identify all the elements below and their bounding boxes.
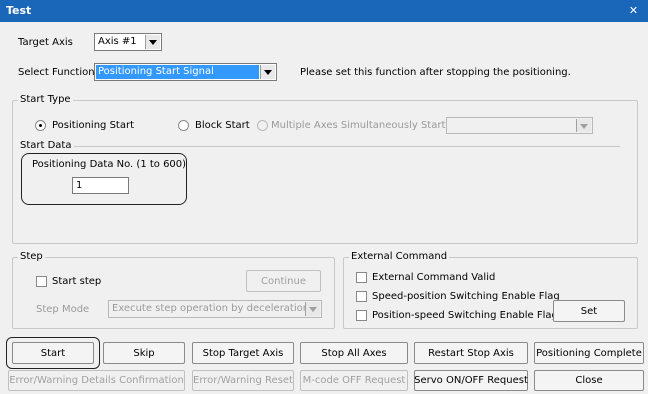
start-type-label: Start Type xyxy=(18,94,73,105)
stop-target-axis-button[interactable]: Stop Target Axis xyxy=(192,342,294,364)
position-speed-checkbox[interactable] xyxy=(356,310,367,321)
mcode-off-button[interactable]: M-code OFF Request xyxy=(300,370,408,391)
title-bar: Test ✕ xyxy=(0,0,648,22)
select-function-note: Please set this function after stopping … xyxy=(300,67,571,78)
stop-all-axes-button[interactable]: Stop All Axes xyxy=(300,342,408,364)
step-mode-label: Step Mode xyxy=(36,304,90,315)
highlight-callout xyxy=(21,153,187,205)
multiple-axes-select[interactable] xyxy=(446,117,593,134)
start-highlight-callout xyxy=(6,337,100,369)
selected-function-text: Positioning Start Signal xyxy=(98,66,214,77)
window-title: Test xyxy=(6,4,32,17)
chevron-down-icon[interactable] xyxy=(145,35,160,49)
close-icon[interactable]: ✕ xyxy=(627,4,640,17)
step-group xyxy=(12,257,335,329)
block-start-label: Block Start xyxy=(195,120,250,131)
chevron-down-icon[interactable] xyxy=(576,119,591,132)
error-reset-button[interactable]: Error/Warning Reset xyxy=(192,370,294,391)
external-command-valid-label: External Command Valid xyxy=(372,272,496,283)
start-step-checkbox[interactable] xyxy=(36,276,47,287)
error-details-button[interactable]: Error/Warning Details Confirmation xyxy=(8,370,185,391)
external-command-valid-checkbox[interactable] xyxy=(356,272,367,283)
set-button[interactable]: Set xyxy=(553,300,625,322)
block-start-radio[interactable] xyxy=(178,120,189,131)
start-data-label: Start Data xyxy=(20,140,72,151)
chevron-down-icon[interactable] xyxy=(305,302,320,316)
position-speed-label: Position-speed Switching Enable Flag xyxy=(372,310,558,321)
step-mode-value: Execute step operation by deceleration xyxy=(112,303,310,314)
selected-function: Positioning Start Signal xyxy=(96,65,259,79)
multiple-axes-label: Multiple Axes Simultaneously Start : xyxy=(271,120,452,131)
skip-button[interactable]: Skip xyxy=(103,342,185,364)
positioning-complete-button[interactable]: Positioning Complete xyxy=(534,342,644,364)
speed-position-checkbox[interactable] xyxy=(356,291,367,302)
servo-onoff-button[interactable]: Servo ON/OFF Request xyxy=(414,370,528,391)
start-step-label: Start step xyxy=(52,276,102,287)
target-axis-select[interactable]: Axis #1 xyxy=(94,33,162,51)
speed-position-label: Speed-position Switching Enable Flag xyxy=(372,291,560,302)
positioning-start-label: Positioning Start xyxy=(52,120,135,131)
target-axis-value: Axis #1 xyxy=(98,36,137,47)
target-axis-label: Target Axis xyxy=(18,37,73,48)
chevron-down-icon[interactable] xyxy=(260,65,275,79)
step-mode-select[interactable]: Execute step operation by deceleration xyxy=(108,300,322,318)
select-function-dropdown[interactable]: Positioning Start Signal xyxy=(94,63,277,81)
restart-stop-axis-button[interactable]: Restart Stop Axis xyxy=(414,342,528,364)
select-function-label: Select Function xyxy=(18,67,95,78)
continue-button[interactable]: Continue xyxy=(246,270,321,292)
close-button[interactable]: Close xyxy=(534,370,644,391)
multiple-axes-radio[interactable] xyxy=(257,120,268,131)
step-label: Step xyxy=(18,251,45,262)
positioning-start-radio[interactable] xyxy=(35,120,46,131)
external-command-label: External Command xyxy=(349,251,450,262)
start-data-divider xyxy=(74,146,620,147)
